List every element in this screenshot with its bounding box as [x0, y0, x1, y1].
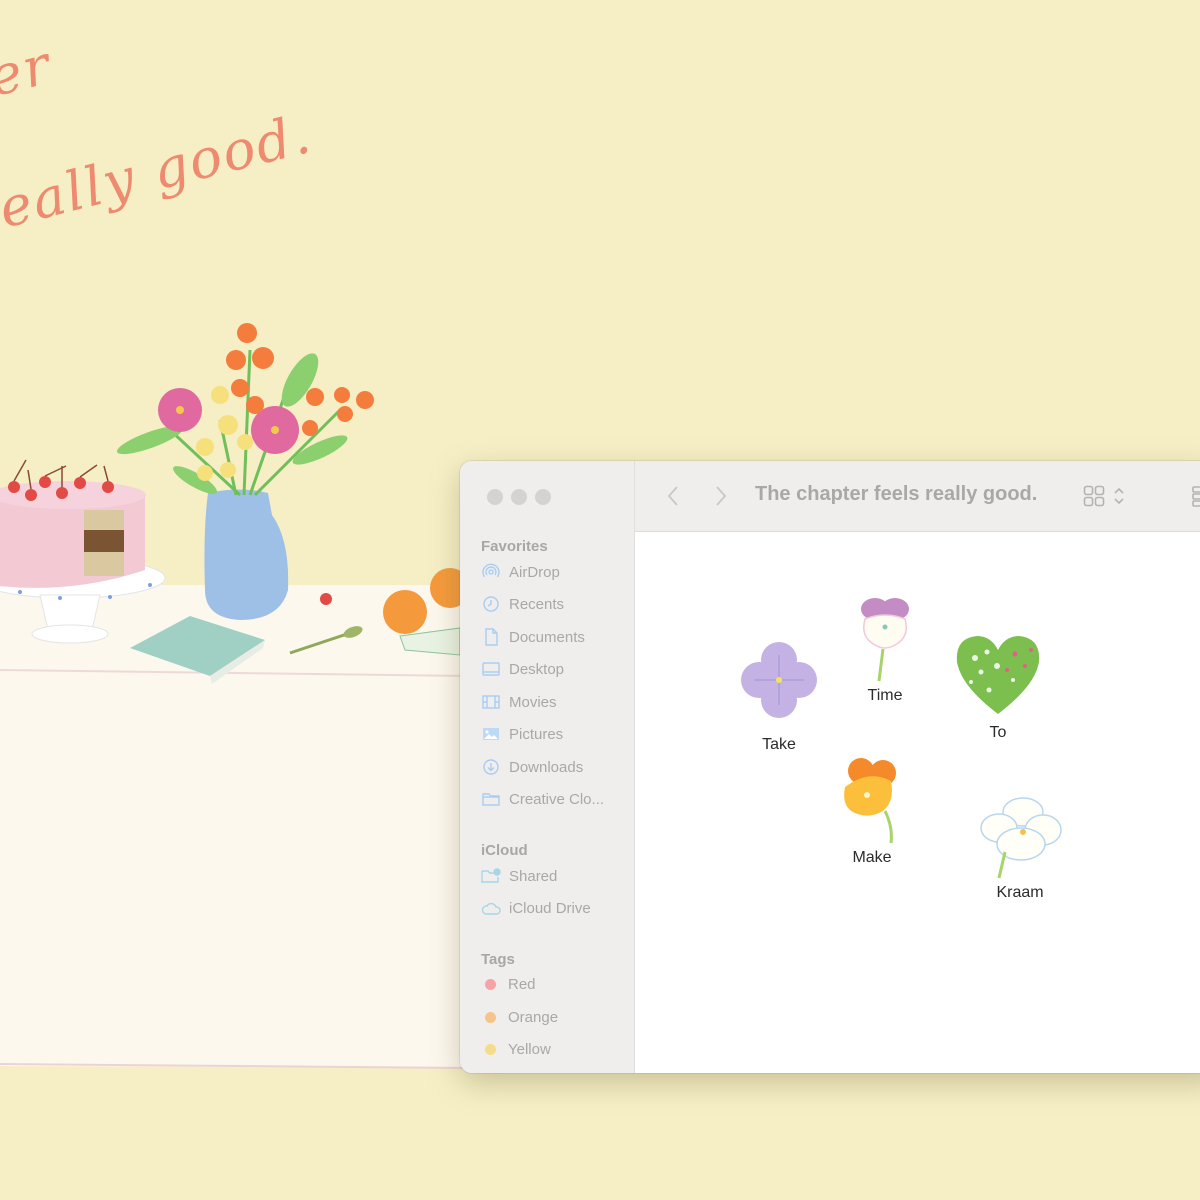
file-label: Time: [867, 687, 903, 704]
sidebar-item-label: Downloads: [509, 758, 584, 776]
red-tag-dot-icon: [485, 978, 496, 990]
forward-button[interactable]: [709, 483, 733, 509]
orange-tag-dot-icon: [485, 1011, 496, 1023]
sidebar-item-downloads[interactable]: Downloads: [481, 755, 583, 779]
window-title: The chapter feels really good.: [755, 483, 1038, 505]
sidebar-item-label: Red: [508, 975, 536, 993]
desktop-icon: [481, 660, 501, 678]
sidebar: Favorites AirDrop Recents Documents Desk…: [460, 461, 635, 1073]
sidebar-item-shared[interactable]: Shared: [481, 864, 557, 888]
file-label: To: [989, 724, 1007, 741]
orange-pansy-icon: [844, 758, 896, 844]
file-grid: Take Time To Make Kraam: [635, 532, 1200, 1073]
sidebar-item-pictures[interactable]: Pictures: [481, 722, 563, 746]
favorites-section-title: Favorites: [481, 538, 548, 555]
chevron-right-icon: [716, 486, 727, 506]
up-down-chevron-icon: [1114, 487, 1124, 505]
yellow-tag-dot-icon: [485, 1043, 496, 1055]
file-label: Take: [762, 736, 796, 753]
shared-folder-icon: [481, 867, 501, 885]
file-label: Kraam: [996, 884, 1044, 901]
sidebar-item-label: AirDrop: [509, 563, 560, 581]
sidebar-item-documents[interactable]: Documents: [481, 625, 585, 649]
chevron-left-icon: [667, 486, 678, 506]
close-button[interactable]: [487, 489, 503, 505]
sidebar-item-label: iCloud Drive: [509, 899, 591, 917]
sidebar-tag-yellow[interactable]: Yellow: [481, 1037, 551, 1061]
view-mode-button[interactable]: [1083, 485, 1125, 507]
clock-icon: [481, 595, 501, 613]
grid-view-icon: [1083, 485, 1105, 507]
folder-icon: [481, 790, 501, 808]
sidebar-item-label: Yellow: [508, 1040, 551, 1058]
minimize-button[interactable]: [511, 489, 527, 505]
sidebar-item-desktop[interactable]: Desktop: [481, 657, 564, 681]
toolbar: The chapter feels really good.: [635, 461, 1200, 532]
sidebar-item-label: Creative Clo...: [509, 790, 605, 808]
window-controls: [487, 489, 551, 505]
white-flower-icon: [980, 797, 1062, 879]
sidebar-tag-red[interactable]: Red: [481, 972, 536, 996]
file-item-to[interactable]: To: [953, 632, 1043, 742]
sidebar-tag-orange[interactable]: Orange: [481, 1005, 558, 1029]
film-icon: [481, 693, 501, 711]
sidebar-item-movies[interactable]: Movies: [481, 690, 557, 714]
group-icon: [1192, 486, 1200, 507]
sidebar-item-label: Recents: [509, 595, 565, 613]
sidebar-item-creative-cloud[interactable]: Creative Clo...: [481, 787, 604, 811]
tags-section-title: Tags: [481, 951, 515, 968]
file-label: Make: [852, 849, 892, 866]
airdrop-icon: [481, 563, 501, 581]
green-heart-icon: [956, 636, 1040, 714]
photo-icon: [481, 725, 501, 743]
sidebar-item-airdrop[interactable]: AirDrop: [481, 560, 560, 584]
white-pansy-icon: [861, 598, 909, 682]
sidebar-item-label: Movies: [509, 693, 557, 711]
purple-flower-icon: [741, 642, 817, 718]
download-icon: [481, 758, 501, 776]
file-item-kraam[interactable]: Kraam: [975, 790, 1065, 902]
group-button[interactable]: [1191, 485, 1200, 512]
sidebar-item-label: Orange: [508, 1008, 559, 1026]
sidebar-item-label: Pictures: [509, 725, 564, 743]
icloud-section-title: iCloud: [481, 842, 528, 859]
document-icon: [481, 628, 501, 646]
cloud-icon: [481, 899, 501, 917]
sidebar-item-label: Documents: [509, 628, 585, 646]
file-item-make[interactable]: Make: [839, 757, 905, 867]
file-item-time[interactable]: Time: [855, 595, 915, 705]
sidebar-item-recents[interactable]: Recents: [481, 592, 564, 616]
sidebar-item-label: Shared: [509, 867, 558, 885]
back-button[interactable]: [661, 483, 685, 509]
file-item-take[interactable]: Take: [739, 640, 819, 754]
sidebar-item-label: Desktop: [509, 660, 565, 678]
sidebar-item-icloud-drive[interactable]: iCloud Drive: [481, 896, 591, 920]
zoom-button[interactable]: [535, 489, 551, 505]
finder-window: Favorites AirDrop Recents Documents Desk…: [460, 461, 1200, 1073]
